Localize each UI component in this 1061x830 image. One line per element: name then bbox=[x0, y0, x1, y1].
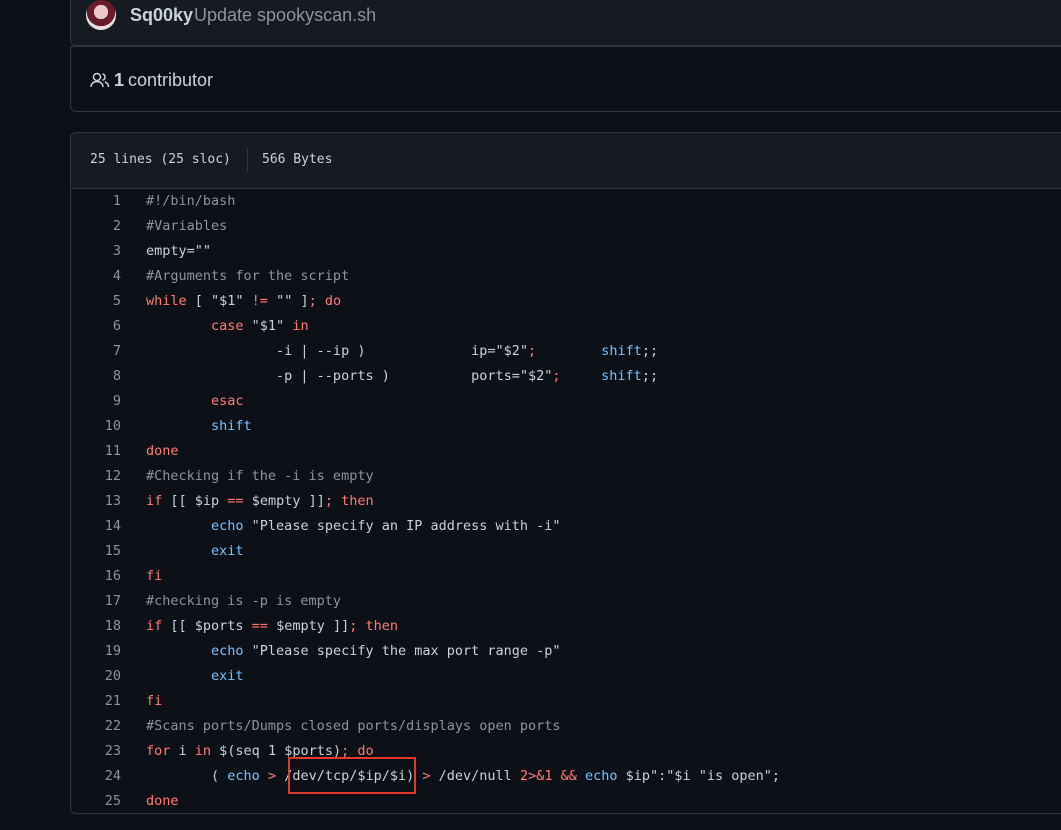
commit-author[interactable]: Sq00ky bbox=[130, 5, 193, 26]
code-line: 6 case "$1" in bbox=[70, 314, 1061, 339]
code-line: 21 fi bbox=[70, 689, 1061, 714]
line-number[interactable]: 9 bbox=[70, 389, 121, 414]
code-line: 4 #Arguments for the script bbox=[70, 264, 1061, 289]
code-line: 14 echo "Please specify an IP address wi… bbox=[70, 514, 1061, 539]
line-number[interactable]: 22 bbox=[70, 714, 121, 739]
code-listing: 1 #!/bin/bash 2 #Variables 3 empty="" 4 #Argume… bbox=[70, 189, 1061, 814]
line-number[interactable]: 5 bbox=[70, 289, 121, 314]
code-line: 24 ( echo > /dev/tcp/$ip/$i) > /dev/null… bbox=[70, 764, 1061, 789]
file-size: 566 Bytes bbox=[262, 152, 333, 167]
line-code: echo "Please specify an IP address with … bbox=[211, 518, 561, 534]
code-line: 20 exit bbox=[70, 664, 1061, 689]
line-number[interactable]: 14 bbox=[70, 514, 121, 539]
line-code: case "$1" in bbox=[211, 318, 309, 334]
line-number[interactable]: 13 bbox=[70, 489, 121, 514]
code-line: 2 #Variables bbox=[70, 214, 1061, 239]
line-number[interactable]: 15 bbox=[70, 539, 121, 564]
line-code: ( echo > /dev/tcp/$ip/$i) > /dev/null 2>… bbox=[146, 768, 781, 784]
code-line: 15 exit bbox=[70, 539, 1061, 564]
commit-message[interactable]: Update spookyscan.sh bbox=[194, 5, 376, 26]
contributor-label[interactable]: contributor bbox=[128, 70, 213, 91]
code-line: 11 done bbox=[70, 439, 1061, 464]
line-code: #checking is -p is empty bbox=[146, 593, 342, 609]
line-code: -i | --ip ) ip="$2"; shift;; bbox=[146, 343, 659, 359]
line-code: done bbox=[146, 793, 179, 809]
code-line: 19 echo "Please specify the max port ran… bbox=[70, 639, 1061, 664]
line-number[interactable]: 21 bbox=[70, 689, 121, 714]
line-code: if [[ $ports == $empty ]]; then bbox=[146, 618, 398, 634]
line-number[interactable]: 8 bbox=[70, 364, 121, 389]
line-number[interactable]: 6 bbox=[70, 314, 121, 339]
code-line: 8 -p | --ports ) ports="$2"; shift;; bbox=[70, 364, 1061, 389]
line-number[interactable]: 4 bbox=[70, 264, 121, 289]
line-number[interactable]: 2 bbox=[70, 214, 121, 239]
line-code: #Variables bbox=[146, 218, 228, 234]
line-code: #Scans ports/Dumps closed ports/displays… bbox=[146, 718, 561, 734]
line-code: if [[ $ip == $empty ]]; then bbox=[146, 493, 374, 509]
code-line: 3 empty="" bbox=[70, 239, 1061, 264]
line-code: #Checking if the -i is empty bbox=[146, 468, 374, 484]
author-avatar[interactable] bbox=[86, 0, 116, 30]
line-number[interactable]: 11 bbox=[70, 439, 121, 464]
people-icon bbox=[90, 71, 110, 89]
code-line: 5 while [ "$1" != "" ]; do bbox=[70, 289, 1061, 314]
line-number[interactable]: 16 bbox=[70, 564, 121, 589]
code-line: 25 done bbox=[70, 789, 1061, 814]
line-number[interactable]: 3 bbox=[70, 239, 121, 264]
contributors-bar bbox=[70, 46, 1061, 112]
code-line: 16 fi bbox=[70, 564, 1061, 589]
line-code: exit bbox=[211, 543, 244, 559]
contributor-count[interactable]: 1 bbox=[114, 70, 124, 91]
line-number[interactable]: 1 bbox=[70, 189, 121, 214]
code-line: 10 shift bbox=[70, 414, 1061, 439]
code-line: 1 #!/bin/bash bbox=[70, 189, 1061, 214]
line-code: fi bbox=[146, 693, 163, 709]
line-number[interactable]: 25 bbox=[70, 789, 121, 814]
highlight-annotation bbox=[288, 757, 416, 794]
line-code: #Arguments for the script bbox=[146, 268, 350, 284]
line-code: #!/bin/bash bbox=[146, 193, 236, 209]
line-code: fi bbox=[146, 568, 163, 584]
line-code: -p | --ports ) ports="$2"; shift;; bbox=[146, 368, 659, 384]
line-number[interactable]: 18 bbox=[70, 614, 121, 639]
line-number[interactable]: 12 bbox=[70, 464, 121, 489]
line-number[interactable]: 20 bbox=[70, 664, 121, 689]
line-number[interactable]: 7 bbox=[70, 339, 121, 364]
code-line: 13 if [[ $ip == $empty ]]; then bbox=[70, 489, 1061, 514]
line-number[interactable]: 24 bbox=[70, 764, 121, 789]
code-line: 17 #checking is -p is empty bbox=[70, 589, 1061, 614]
code-line: 23 for i in $(seq 1 $ports); do bbox=[70, 739, 1061, 764]
line-number[interactable]: 17 bbox=[70, 589, 121, 614]
line-code: while [ "$1" != "" ]; do bbox=[146, 293, 342, 309]
line-code: esac bbox=[211, 393, 244, 409]
code-line: 12 #Checking if the -i is empty bbox=[70, 464, 1061, 489]
line-code: empty="" bbox=[146, 243, 212, 259]
line-code: exit bbox=[211, 668, 244, 684]
line-number[interactable]: 19 bbox=[70, 639, 121, 664]
line-number[interactable]: 10 bbox=[70, 414, 121, 439]
code-line: 18 if [[ $ports == $empty ]]; then bbox=[70, 614, 1061, 639]
code-line: 7 -i | --ip ) ip="$2"; shift;; bbox=[70, 339, 1061, 364]
code-line: 22 #Scans ports/Dumps closed ports/displa… bbox=[70, 714, 1061, 739]
line-code: echo "Please specify the max port range … bbox=[211, 643, 561, 659]
line-code: shift bbox=[211, 418, 252, 434]
line-number[interactable]: 23 bbox=[70, 739, 121, 764]
line-code: done bbox=[146, 443, 179, 459]
file-line-count: 25 lines (25 sloc) bbox=[90, 152, 231, 167]
code-line: 9 esac bbox=[70, 389, 1061, 414]
header-divider bbox=[247, 148, 248, 172]
